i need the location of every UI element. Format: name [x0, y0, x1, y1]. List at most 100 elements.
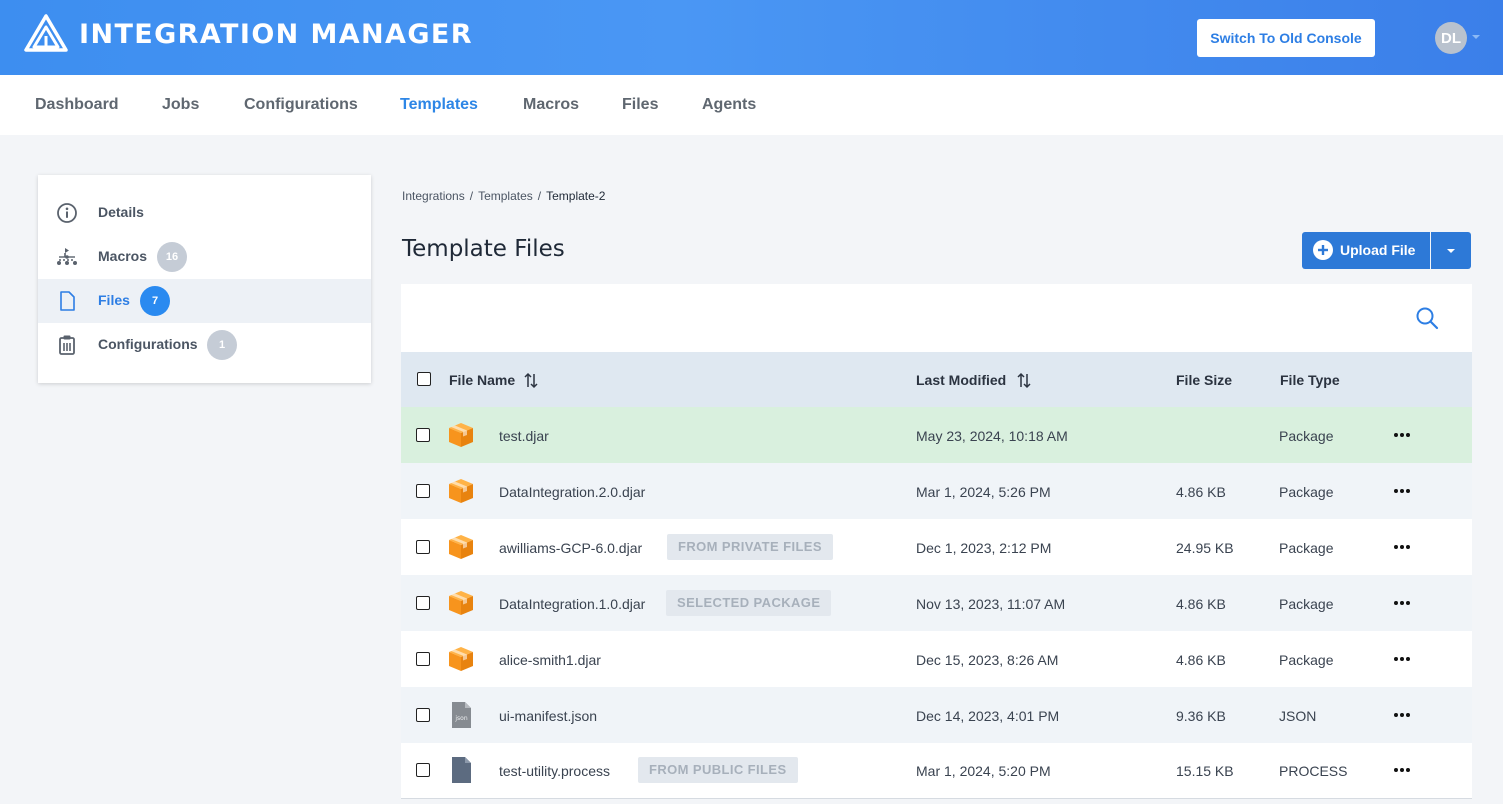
sidebar-item-details[interactable]: Details [38, 191, 371, 235]
breadcrumb-separator: / [537, 189, 542, 203]
package-box-icon [449, 479, 473, 503]
last-modified: Mar 1, 2024, 5:20 PM [916, 763, 1051, 779]
column-header-file-name[interactable]: File Name [449, 372, 515, 388]
sort-icon[interactable] [523, 372, 539, 389]
nav-configurations[interactable]: Configurations [244, 96, 358, 114]
row-checkbox[interactable] [416, 596, 430, 610]
file-type: Package [1279, 652, 1334, 668]
file-name[interactable]: DataIntegration.2.0.djar [499, 484, 645, 500]
more-actions-icon[interactable] [1394, 762, 1414, 778]
file-name[interactable]: alice-smith1.djar [499, 652, 601, 668]
column-header-file-size: File Size [1176, 372, 1233, 388]
breadcrumb-integrations[interactable]: Integrations [402, 189, 465, 203]
file-type: Package [1279, 596, 1334, 612]
row-checkbox[interactable] [416, 708, 430, 722]
more-actions-icon[interactable] [1394, 539, 1414, 555]
table-row[interactable]: DataIntegration.1.0.djar SELECTED PACKAG… [401, 575, 1472, 631]
table-row[interactable]: test.djar May 23, 2024, 10:18 AM Package [401, 407, 1472, 463]
last-modified: Dec 14, 2023, 4:01 PM [916, 708, 1060, 724]
avatar[interactable]: DL [1435, 22, 1467, 54]
file-size: 9.36 KB [1176, 708, 1226, 724]
package-box-icon [449, 535, 473, 559]
switch-to-old-console-button[interactable]: Switch To Old Console [1197, 19, 1375, 57]
sidebar-item-label: Macros [98, 248, 148, 264]
main-nav: Dashboard Jobs Configurations Templates … [0, 75, 1503, 135]
info-circle-icon [57, 203, 77, 223]
table-row[interactable]: awilliams-GCP-6.0.djar FROM PRIVATE FILE… [401, 519, 1472, 575]
chevron-down-icon [1447, 249, 1455, 253]
file-name[interactable]: test-utility.process [499, 763, 610, 779]
plus-circle-icon [1313, 240, 1333, 260]
table-row[interactable]: test-utility.process FROM PUBLIC FILES M… [401, 743, 1472, 798]
sort-icon[interactable] [1016, 372, 1032, 389]
table-row[interactable]: DataIntegration.2.0.djar Mar 1, 2024, 5:… [401, 463, 1472, 519]
table-row[interactable]: alice-smith1.djar Dec 15, 2023, 8:26 AM … [401, 631, 1472, 687]
file-size: 4.86 KB [1176, 596, 1226, 612]
file-name[interactable]: ui-manifest.json [499, 708, 597, 724]
file-name[interactable]: test.djar [499, 428, 549, 444]
json-file-icon-label: json [454, 715, 467, 722]
last-modified: Nov 13, 2023, 11:07 AM [916, 596, 1066, 612]
triangle-logo-icon[interactable] [24, 14, 68, 52]
sidebar-item-label: Details [98, 204, 144, 220]
count-badge: 1 [207, 330, 237, 360]
breadcrumb-templates[interactable]: Templates [478, 189, 533, 203]
file-size: 15.15 KB [1176, 763, 1234, 779]
more-actions-icon[interactable] [1394, 651, 1414, 667]
table-row[interactable]: json ui-manifest.json Dec 14, 2023, 4:01… [401, 687, 1472, 743]
template-side-panel: Details Macros 16 Files 7 Configurations… [38, 175, 371, 383]
nav-dashboard[interactable]: Dashboard [35, 96, 119, 114]
nav-files[interactable]: Files [622, 96, 658, 114]
file-name[interactable]: DataIntegration.1.0.djar [499, 596, 645, 612]
page-title: Template Files [402, 236, 565, 262]
package-box-icon [449, 647, 473, 671]
nav-macros[interactable]: Macros [523, 96, 579, 114]
sidebar-item-macros[interactable]: Macros 16 [38, 235, 371, 279]
nav-jobs[interactable]: Jobs [162, 96, 199, 114]
more-actions-icon[interactable] [1394, 707, 1414, 723]
chevron-down-icon[interactable] [1472, 35, 1480, 39]
clipboard-icon [59, 335, 75, 355]
file-size: 4.86 KB [1176, 652, 1226, 668]
count-badge: 7 [140, 286, 170, 316]
app-header: INTEGRATION MANAGER Switch To Old Consol… [0, 0, 1503, 75]
row-checkbox[interactable] [416, 763, 430, 777]
nav-agents[interactable]: Agents [702, 96, 756, 114]
file-size: 4.86 KB [1176, 484, 1226, 500]
breadcrumb-current: Template-2 [546, 189, 606, 203]
file-type: Package [1279, 484, 1334, 500]
row-checkbox[interactable] [416, 484, 430, 498]
more-actions-icon[interactable] [1394, 483, 1414, 499]
more-actions-icon[interactable] [1394, 595, 1414, 611]
macro-tree-icon [57, 248, 77, 265]
last-modified: Dec 1, 2023, 2:12 PM [916, 540, 1052, 556]
sidebar-item-configurations[interactable]: Configurations 1 [38, 323, 371, 367]
more-actions-icon[interactable] [1394, 427, 1414, 443]
row-checkbox[interactable] [416, 652, 430, 666]
upload-file-button[interactable]: Upload File [1302, 232, 1430, 269]
last-modified: Dec 15, 2023, 8:26 AM [916, 652, 1059, 668]
row-checkbox[interactable] [416, 540, 430, 554]
sidebar-item-files[interactable]: Files 7 [38, 279, 371, 323]
file-name[interactable]: awilliams-GCP-6.0.djar [499, 540, 642, 556]
nav-templates[interactable]: Templates [400, 96, 478, 114]
count-badge: 16 [157, 242, 187, 272]
column-header-last-modified[interactable]: Last Modified [916, 372, 1006, 388]
table-header: File Name Last Modified File Size File T… [401, 352, 1472, 407]
source-tag: FROM PRIVATE FILES [667, 534, 833, 560]
source-tag: FROM PUBLIC FILES [638, 757, 798, 783]
file-type: JSON [1279, 708, 1317, 724]
search-icon[interactable] [1415, 306, 1439, 330]
select-all-checkbox[interactable] [417, 372, 431, 386]
file-type: Package [1279, 540, 1334, 556]
sidebar-item-label: Configurations [98, 336, 198, 352]
sidebar-item-label: Files [98, 292, 130, 308]
package-box-icon [449, 591, 473, 615]
package-box-icon [449, 423, 473, 447]
process-file-icon [452, 757, 471, 783]
row-checkbox[interactable] [416, 428, 430, 442]
last-modified: Mar 1, 2024, 5:26 PM [916, 484, 1051, 500]
breadcrumb-separator: / [469, 189, 474, 203]
file-type: Package [1279, 428, 1334, 444]
upload-options-dropdown-button[interactable] [1431, 232, 1471, 269]
